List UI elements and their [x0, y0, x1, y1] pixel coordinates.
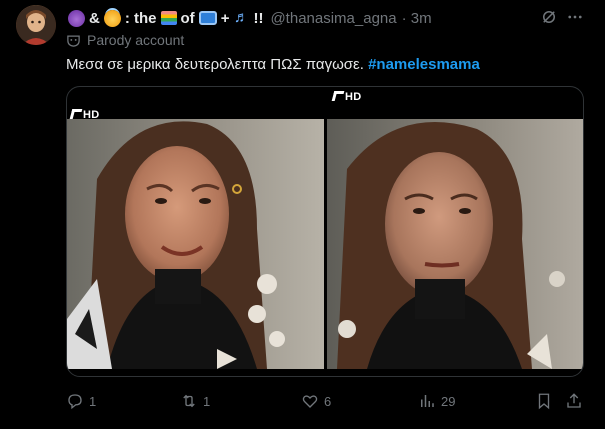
bookmark-icon [538, 393, 550, 410]
hd-badge-text: HD [345, 91, 362, 103]
reply-count: 1 [89, 393, 97, 409]
hashtag-link[interactable]: #namelesmama [368, 56, 480, 73]
tweet-header: & : the of + ♬ !! @thanasima_agna · 3m [66, 8, 432, 28]
avatar[interactable] [16, 5, 56, 45]
media-image-2[interactable] [327, 119, 583, 369]
hd-badge: HD [331, 91, 362, 103]
repost-icon [183, 394, 195, 408]
display-name[interactable]: & : the of + ♬ !! [66, 9, 265, 27]
share-button[interactable] [565, 392, 583, 410]
parody-label-text: Parody account [87, 32, 185, 48]
reply-button[interactable]: 1 [66, 392, 96, 410]
action-bar: 1 1 6 29 [66, 392, 586, 412]
views-count: 29 [441, 393, 456, 409]
bookmark-button[interactable] [535, 392, 553, 410]
woman-frozen-expression-image [327, 119, 583, 369]
grok-icon[interactable] [540, 8, 558, 26]
display-name-the: : the [124, 9, 157, 27]
more-icon[interactable] [566, 8, 584, 26]
tweet[interactable]: & : the of + ♬ !! @thanasima_agna · 3m P… [0, 0, 605, 429]
woman-smiling-image [67, 119, 324, 369]
avatar-illustration [16, 5, 56, 45]
like-count: 6 [324, 393, 332, 409]
repost-button[interactable]: 1 [180, 392, 210, 410]
reply-icon [68, 394, 82, 410]
like-button[interactable]: 6 [301, 392, 331, 410]
share-icon [567, 393, 581, 408]
repost-count: 1 [203, 393, 211, 409]
parody-label: Parody account [66, 32, 184, 48]
smiling-angel-emoji-icon [103, 9, 121, 27]
channel-logo-icon [69, 109, 83, 119]
book-emoji-icon [160, 11, 177, 25]
musical-notes-emoji-icon: ♬ [233, 9, 249, 26]
views-icon [421, 395, 434, 407]
views-button[interactable]: 29 [418, 392, 455, 410]
tweet-text: Μεσα σε μερικα δευτερολεπτα ΠΩΣ παγωσε. … [66, 56, 480, 73]
mask-icon [67, 35, 80, 47]
display-name-bang: !! [253, 9, 264, 27]
display-name-plus: + [220, 9, 230, 27]
media-grid[interactable]: HD HD [66, 86, 584, 377]
tweet-body: Μεσα σε μερικα δευτερολεπτα ΠΩΣ παγωσε. [66, 56, 364, 73]
timestamp[interactable]: · 3m [402, 10, 432, 27]
display-name-of: of [180, 9, 195, 27]
like-icon [302, 395, 318, 408]
channel-logo-icon [331, 91, 345, 101]
smiling-devil-emoji-icon [68, 9, 85, 27]
display-name-amp: & [89, 9, 100, 27]
television-emoji-icon [198, 11, 217, 25]
media-image-1[interactable] [67, 119, 324, 369]
author-handle[interactable]: @thanasima_agna [270, 10, 396, 27]
